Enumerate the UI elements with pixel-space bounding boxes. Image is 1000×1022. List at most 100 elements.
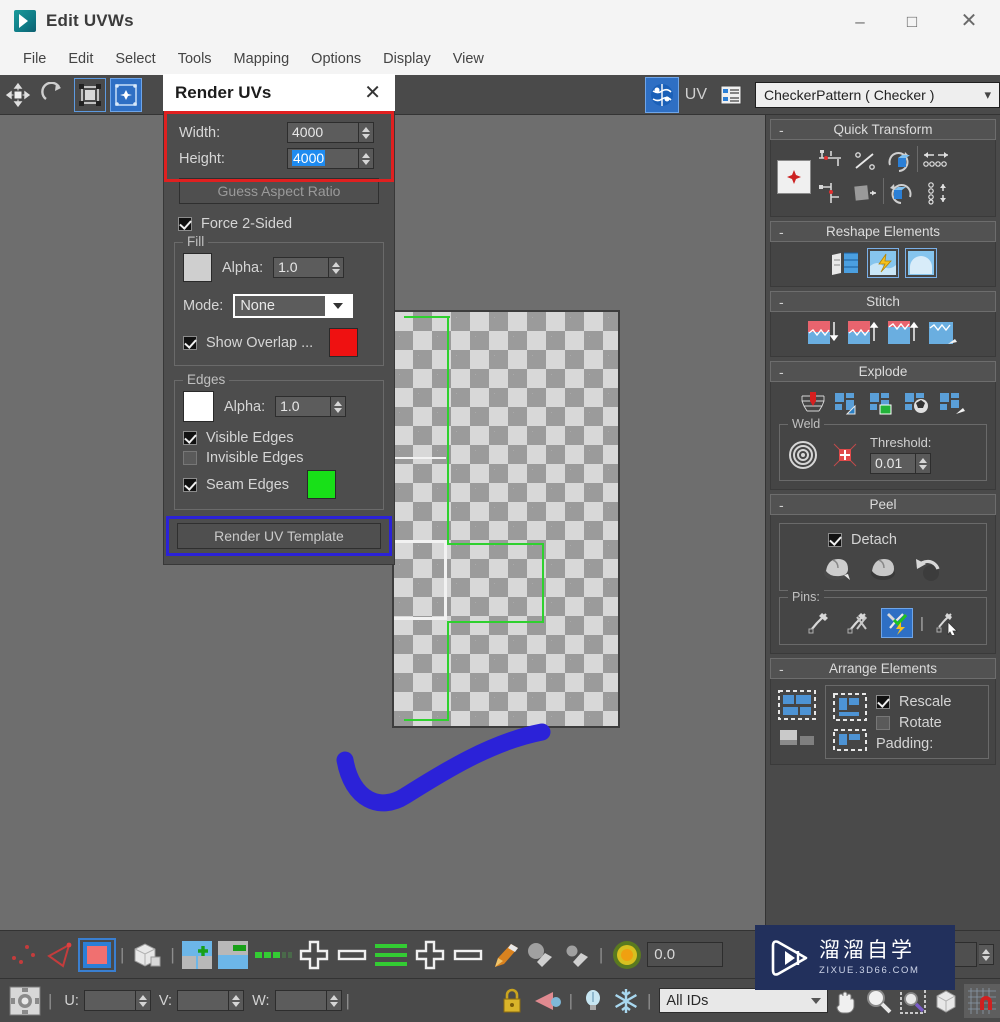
w-input[interactable] — [274, 990, 327, 1011]
scale-icon[interactable] — [74, 77, 106, 112]
quick-peel-icon[interactable] — [867, 248, 899, 278]
command-panel[interactable]: - Quick Transform - Reshape Elements - S… — [765, 115, 1000, 930]
dialog-titlebar[interactable]: Render UVs ✕ — [163, 74, 395, 111]
peel-mode-icon[interactable] — [819, 552, 855, 584]
relax-icon[interactable] — [849, 178, 881, 208]
rollout-peel[interactable]: - Peel Detach Pins: | — [770, 494, 996, 654]
target-weld-icon[interactable] — [786, 439, 820, 471]
minimize-button[interactable]: – — [834, 0, 886, 42]
grow-selection-icon[interactable] — [295, 940, 333, 970]
freeform-mode-icon[interactable] — [110, 77, 142, 112]
edge-subobject-icon[interactable] — [42, 940, 78, 970]
split-element-icon[interactable] — [829, 248, 861, 278]
face-subobject-icon[interactable] — [78, 937, 116, 972]
show-overlap-color-swatch[interactable] — [329, 328, 359, 357]
rescale-checkbox-row[interactable]: Rescale — [876, 694, 951, 710]
show-map-icon[interactable] — [577, 986, 609, 1016]
peel-reset-icon[interactable] — [911, 552, 947, 584]
invisible-edges-row[interactable]: Invisible Edges — [183, 448, 375, 468]
rollout-quick-transform[interactable]: - Quick Transform — [770, 119, 996, 217]
zoom-icon[interactable] — [862, 986, 896, 1016]
vertex-subobject-icon[interactable] — [6, 940, 42, 970]
edges-alpha-spinner[interactable] — [331, 396, 347, 417]
render-uvs-dialog[interactable]: Render UVs ✕ Width: 4000 Height: 4000 Gu… — [163, 74, 395, 565]
u-spinner[interactable] — [135, 990, 151, 1011]
fill-alpha-input[interactable]: 1.0 — [273, 257, 330, 278]
collapse-icon[interactable]: - — [779, 365, 784, 379]
pan-icon[interactable] — [828, 986, 862, 1016]
force-2-sided-row[interactable]: Force 2-Sided — [164, 212, 394, 236]
explode-settings-icon[interactable] — [937, 388, 969, 418]
flip-vertical-icon[interactable] — [920, 178, 952, 208]
zoom-extents-icon[interactable] — [930, 986, 964, 1016]
pin-icon[interactable] — [803, 608, 835, 638]
stitch-settings-icon[interactable] — [925, 318, 961, 348]
width-spinner[interactable] — [359, 122, 374, 143]
rollout-explode[interactable]: - Explode Weld Threshold: 0.01 — [770, 361, 996, 490]
loop-select-icon[interactable] — [371, 940, 411, 970]
v-spinner[interactable] — [229, 990, 245, 1011]
v-input[interactable] — [177, 990, 230, 1011]
element-subobject-icon[interactable] — [128, 940, 166, 970]
rotate-ccw-icon[interactable] — [886, 178, 918, 208]
seam-edges-color-swatch[interactable] — [307, 470, 337, 499]
pack-linear-icon[interactable] — [832, 728, 868, 752]
flip-horizontal-icon[interactable] — [920, 146, 952, 176]
rollout-reshape-elements[interactable]: - Reshape Elements — [770, 221, 996, 287]
relax-shape-icon[interactable] — [905, 248, 937, 278]
w-spinner[interactable] — [326, 990, 342, 1011]
menu-select[interactable]: Select — [104, 47, 166, 71]
uv-list-icon[interactable] — [715, 78, 747, 112]
collapse-icon[interactable]: - — [779, 123, 784, 137]
stitch-custom-icon[interactable] — [885, 318, 921, 348]
ring-shrink-icon[interactable] — [449, 940, 487, 970]
seam-edges-row[interactable]: Seam Edges — [183, 468, 375, 501]
collapse-icon[interactable]: - — [779, 498, 784, 512]
fill-alpha-spinner[interactable] — [329, 257, 345, 278]
align-pivot-icon[interactable] — [777, 160, 811, 194]
texture-map-select[interactable]: CheckerPattern ( Checker ) ▾ — [755, 81, 1000, 108]
chevron-down-icon[interactable] — [811, 998, 821, 1004]
rollout-header-arrange-elements[interactable]: - Arrange Elements — [770, 658, 996, 679]
collapse-icon[interactable]: - — [779, 225, 784, 239]
transform-center-icon[interactable] — [6, 984, 44, 1018]
menu-edit[interactable]: Edit — [57, 47, 104, 71]
threshold-field[interactable]: 0.01 — [870, 453, 916, 474]
menu-options[interactable]: Options — [300, 47, 372, 71]
align-horizontal-icon[interactable] — [815, 178, 847, 208]
pack-tiles-icon[interactable] — [777, 727, 817, 753]
force-2-sided-checkbox[interactable] — [178, 217, 192, 231]
visible-edges-checkbox[interactable] — [183, 431, 197, 445]
chevron-down-icon[interactable] — [325, 296, 352, 316]
invisible-edges-checkbox[interactable] — [183, 451, 197, 465]
width-input[interactable]: 4000 — [287, 122, 359, 143]
quick-peel-fist-icon[interactable] — [865, 552, 901, 584]
rotate-checkbox[interactable] — [876, 716, 890, 730]
menu-tools[interactable]: Tools — [167, 47, 223, 71]
uv-texture-frame[interactable] — [392, 310, 620, 728]
falloff-value-field[interactable]: 0.0 — [647, 942, 724, 967]
stitch-target-icon[interactable] — [845, 318, 881, 348]
snowflake-freeze-icon[interactable] — [609, 986, 643, 1016]
rollout-header-reshape-elements[interactable]: - Reshape Elements — [770, 221, 996, 242]
break-icon[interactable] — [797, 388, 829, 418]
rescale-checkbox[interactable] — [876, 695, 890, 709]
menu-view[interactable]: View — [442, 47, 495, 71]
pin-cursor-icon[interactable] — [931, 608, 963, 638]
collapse-icon[interactable]: - — [779, 662, 784, 676]
ring-grow-icon[interactable] — [411, 940, 449, 970]
soft-selection-spinner[interactable] — [979, 944, 994, 965]
paint-select-icon[interactable] — [487, 940, 523, 970]
pin-active-icon[interactable] — [881, 608, 914, 638]
align-vertical-icon[interactable] — [815, 146, 847, 176]
move-icon[interactable] — [2, 78, 34, 112]
visible-edges-row[interactable]: Visible Edges — [183, 422, 375, 448]
detach-checkbox[interactable] — [828, 533, 842, 547]
paint-shrink-icon[interactable] — [559, 940, 595, 970]
detach-checkbox-row[interactable]: Detach — [786, 530, 980, 552]
show-map-toggle-icon[interactable] — [644, 76, 679, 113]
show-overlap-row[interactable]: Show Overlap ... — [183, 318, 375, 357]
seam-edges-checkbox[interactable] — [183, 477, 197, 492]
explode-smoothing-icon[interactable] — [902, 388, 934, 418]
rollout-header-stitch[interactable]: - Stitch — [770, 291, 996, 312]
